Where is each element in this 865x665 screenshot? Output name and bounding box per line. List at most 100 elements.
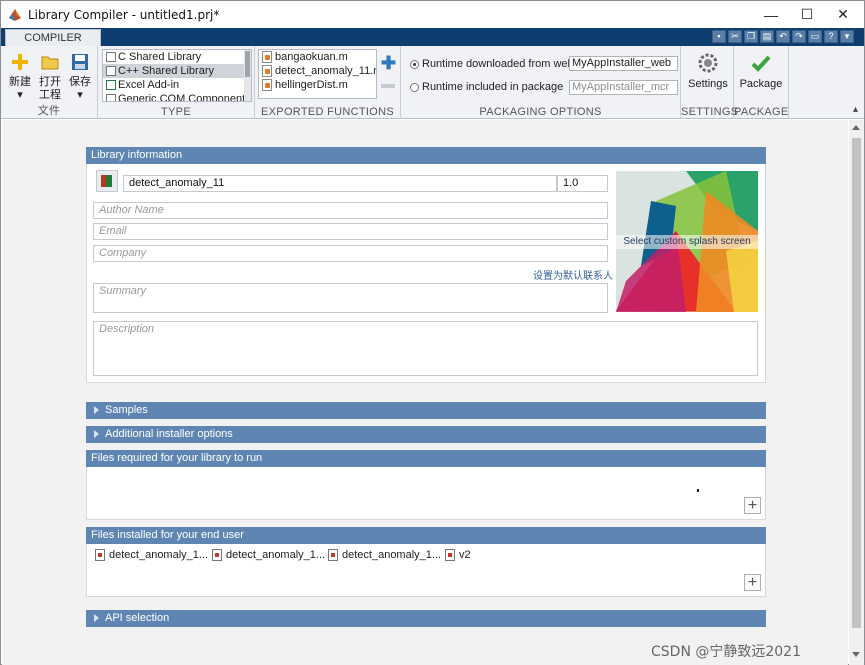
function-name: detect_anomaly_11.m [275,65,377,77]
web-installer-name-input[interactable]: MyAppInstaller_web [569,56,678,71]
package-section: Package PACKAGE [734,46,789,119]
qat-cut-icon[interactable]: ✂ [728,30,742,43]
package-button[interactable]: Package [738,52,784,91]
additional-installer-options-header[interactable]: Additional installer options [86,426,766,443]
window-title: Library Compiler - untitled1.prj* [28,7,220,22]
email-input[interactable]: Email [93,223,608,240]
api-selection-header[interactable]: API selection [86,610,766,627]
splash-label: Select custom splash screen [616,235,758,249]
qat-help-icon[interactable]: ? [824,30,838,43]
installed-file-item[interactable]: detect_anomaly_1... [212,548,325,562]
open-label-1: 打开 [39,76,61,88]
collapse-ribbon-icon[interactable]: ▴ [853,104,858,115]
m-file-icon [262,51,272,63]
package-label: Package [739,78,783,90]
scroll-down-icon[interactable] [852,652,860,657]
type-item-excel-addin[interactable]: Excel Add-in [103,78,251,92]
minimize-button[interactable]: — [753,1,789,28]
qat-undo-icon[interactable]: ↶ [776,30,790,43]
samples-header[interactable]: Samples [86,402,766,419]
csdn-watermark: CSDN @宁静致远2021 [651,644,801,660]
library-name-input[interactable]: detect_anomaly_11 [123,175,557,192]
excel-icon [106,80,116,90]
folder-icon [41,56,59,70]
files-required-header: Files required for your library to run [86,450,766,467]
mcr-installer-name-input[interactable]: MyAppInstaller_mcr [569,80,678,95]
close-button[interactable]: ✕ [825,1,861,28]
type-item-com[interactable]: Generic COM Component [103,92,251,101]
runtime-web-label: Runtime downloaded from web [422,58,574,70]
expand-arrow-icon [94,614,99,623]
type-section-label: TYPE [161,106,191,118]
add-function-button[interactable]: ✚ [381,54,397,72]
save-button[interactable]: 保存 ▾ [67,52,93,102]
add-required-file-button[interactable]: + [744,497,761,514]
file-icon [212,549,222,561]
library-icon[interactable] [96,170,118,192]
file-icon [445,549,455,561]
packaging-section-label: PACKAGING OPTIONS [479,106,602,118]
description-input[interactable]: Description [93,321,758,376]
qat-paste-icon[interactable]: ▤ [760,30,774,43]
cpp-library-icon [106,66,116,76]
qat-save-icon[interactable]: ▪ [712,30,726,43]
new-label: 新建 [9,76,31,88]
set-default-contact-link[interactable]: 设置为默认联系人 [533,267,613,282]
remove-function-button[interactable] [381,84,395,88]
type-item-cpp-shared[interactable]: C++ Shared Library [103,64,251,78]
new-plus-icon [12,54,28,70]
checkmark-icon [751,55,771,72]
summary-input[interactable]: Summary [93,283,608,313]
samples-label: Samples [105,404,148,416]
splash-screen[interactable]: Select custom splash screen [616,171,758,312]
open-project-button[interactable]: 打开 工程 [37,52,63,102]
additional-label: Additional installer options [105,428,233,440]
tab-compiler[interactable]: COMPILER [5,29,101,47]
author-name-input[interactable]: Author Name [93,202,608,219]
function-name: bangaokuan.m [275,51,348,63]
installed-file-item[interactable]: detect_anomaly_1... [95,548,208,562]
add-installed-file-button[interactable]: + [744,574,761,591]
file-section-label: 文件 [37,105,61,117]
function-item[interactable]: detect_anomaly_11.m [259,64,376,78]
library-information-body: detect_anomaly_11 1.0 Author Name Email … [86,164,766,383]
type-item-label: C Shared Library [118,51,202,63]
version-input[interactable]: 1.0 [557,175,608,192]
settings-label: Settings [688,78,728,90]
cursor-dot [697,489,699,492]
function-item[interactable]: hellingerDist.m [259,78,376,92]
qat-dropdown-icon[interactable]: ▾ [840,30,854,43]
files-installed-header: Files installed for your end user [86,527,766,544]
settings-button[interactable]: Settings [685,52,731,91]
main-content: Library information detect_anomaly_11 1.… [2,120,848,665]
scroll-thumb[interactable] [245,51,250,77]
qat-window-icon[interactable]: ▭ [808,30,822,43]
installed-file-item[interactable]: v2 [445,548,471,562]
runtime-web-radio[interactable] [410,60,419,69]
qat-redo-icon[interactable]: ↷ [792,30,806,43]
files-required-body: + [86,467,766,520]
type-gallery: C Shared Library C++ Shared Library Exce… [102,49,252,102]
new-button[interactable]: 新建 ▾ [7,52,33,102]
content-scrollbar[interactable] [849,120,864,665]
file-icon [328,549,338,561]
function-item[interactable]: bangaokuan.m [259,50,376,64]
quick-access-toolbar: ▪ ✂ ❐ ▤ ↶ ↷ ▭ ? ▾ [712,30,854,44]
qat-copy-icon[interactable]: ❐ [744,30,758,43]
company-input[interactable]: Company [93,245,608,262]
expand-arrow-icon [94,430,99,439]
m-file-icon [262,79,272,91]
save-dropdown-icon: ▾ [77,89,83,101]
file-section: 新建 ▾ 打开 工程 保存 ▾ 文件 [1,46,98,119]
type-gallery-scrollbar[interactable] [244,50,251,101]
maximize-button[interactable]: ☐ [789,1,825,28]
open-label-2: 工程 [39,89,61,101]
runtime-package-radio[interactable] [410,83,419,92]
installed-file-item[interactable]: detect_anomaly_1... [328,548,441,562]
scroll-up-icon[interactable] [852,125,860,130]
scroll-thumb[interactable] [852,138,861,628]
settings-section-label: SETTINGS [681,106,739,118]
type-item-c-shared[interactable]: C Shared Library [103,50,251,64]
function-name: hellingerDist.m [275,79,348,91]
api-label: API selection [105,612,170,624]
